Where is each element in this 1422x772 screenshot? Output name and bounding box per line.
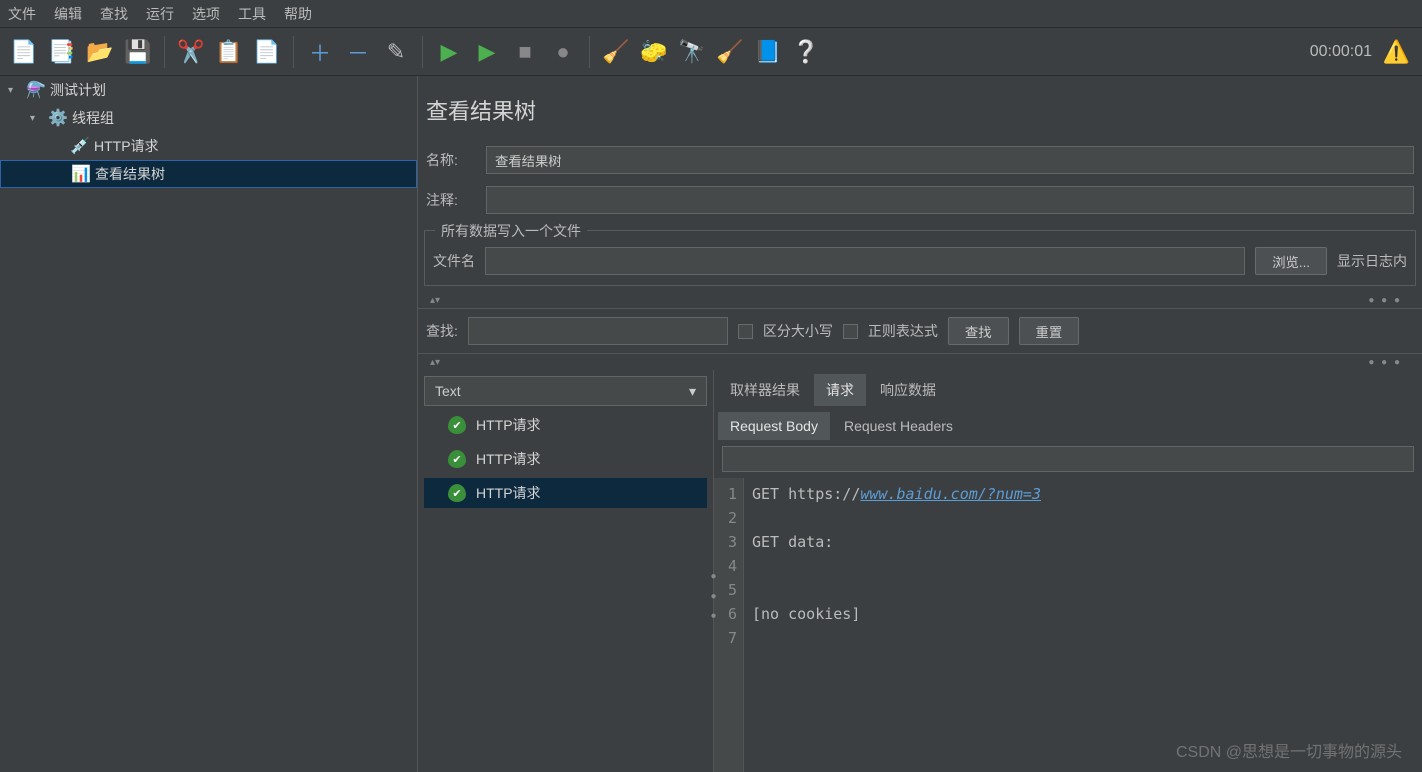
tree-label: 查看结果树	[95, 164, 165, 184]
expand-icon[interactable]: ＋	[304, 36, 336, 68]
collapse-bar-2[interactable]: ▴▾● ● ●	[418, 354, 1422, 370]
gear-icon: ⚙️	[48, 108, 66, 128]
chevron-down-icon[interactable]: ▾	[8, 85, 20, 96]
menu-help[interactable]: 帮助	[284, 4, 312, 24]
search-label: 查找:	[426, 321, 458, 341]
function-icon[interactable]: 📘	[752, 36, 784, 68]
comment-label: 注释:	[426, 190, 478, 210]
success-shield-icon: ✔	[448, 416, 466, 434]
watermark: CSDN @思想是一切事物的源头	[1176, 738, 1402, 762]
result-label: HTTP请求	[476, 415, 541, 435]
tree-label: 线程组	[72, 108, 114, 128]
start-notimers-icon[interactable]: ▶	[471, 36, 503, 68]
result-item[interactable]: ✔ HTTP请求	[424, 444, 707, 474]
result-label: HTTP请求	[476, 483, 541, 503]
chevron-down-icon[interactable]: ▾	[30, 113, 42, 124]
case-label: 区分大小写	[763, 321, 833, 341]
search-input[interactable]	[468, 317, 728, 345]
dropdown-value: Text	[435, 383, 461, 399]
results-list-panel: Text ▾ ✔ HTTP请求 ✔ HTTP请求 ✔ HTTP请求 ● ● ●	[418, 370, 714, 772]
cut-icon[interactable]: ✂️	[175, 36, 207, 68]
collapse-icon[interactable]: －	[342, 36, 374, 68]
menu-options[interactable]: 选项	[192, 4, 220, 24]
code-text[interactable]: GET https://www.baidu.com/?num=3 GET dat…	[744, 478, 1422, 772]
help-icon[interactable]: ❔	[790, 36, 822, 68]
browse-button[interactable]: 浏览...	[1255, 247, 1327, 275]
group-label: 所有数据写入一个文件	[435, 221, 587, 241]
flask-icon: ⚗️	[26, 80, 44, 100]
subtab-request-headers[interactable]: Request Headers	[832, 412, 965, 440]
results-icon: 📊	[71, 164, 89, 184]
menu-file[interactable]: 文件	[8, 4, 36, 24]
menu-tools[interactable]: 工具	[238, 4, 266, 24]
result-label: HTTP请求	[476, 449, 541, 469]
name-input[interactable]	[486, 146, 1414, 174]
result-item[interactable]: ✔ HTTP请求	[424, 478, 707, 508]
write-file-group: 所有数据写入一个文件 文件名 浏览... 显示日志内	[424, 230, 1416, 286]
menu-run[interactable]: 运行	[146, 4, 174, 24]
case-checkbox[interactable]	[738, 324, 753, 339]
tree-httprequest[interactable]: 💉 HTTP请求	[0, 132, 417, 160]
renderer-dropdown[interactable]: Text ▾	[424, 376, 707, 406]
tree-viewresults[interactable]: 📊 查看结果树	[0, 160, 417, 188]
menu-edit[interactable]: 编辑	[54, 4, 82, 24]
right-panel: 查看结果树 名称: 注释: 所有数据写入一个文件 文件名 浏览... 显示日志内…	[418, 76, 1422, 772]
line-gutter: 1 2 3 4 5 6 7	[714, 478, 744, 772]
tree-label: 测试计划	[50, 80, 106, 100]
showlog-label: 显示日志内	[1337, 251, 1407, 271]
open-icon[interactable]: 📂	[84, 36, 116, 68]
tree-panel: ▾ ⚗️ 测试计划 ▾ ⚙️ 线程组 💉 HTTP请求 📊 查看结果树	[0, 76, 418, 772]
reset-button[interactable]: 重置	[1019, 317, 1080, 345]
paste-icon[interactable]: 📄	[251, 36, 283, 68]
request-url[interactable]: www.baidu.com/?num=3	[860, 485, 1041, 503]
filename-input[interactable]	[485, 247, 1245, 275]
tree-testplan[interactable]: ▾ ⚗️ 测试计划	[0, 76, 417, 104]
search-button[interactable]: 查找	[948, 317, 1009, 345]
reset-search-icon[interactable]: 🧹	[714, 36, 746, 68]
clear-icon[interactable]: 🧹	[600, 36, 632, 68]
toggle-icon[interactable]: ✎	[380, 36, 412, 68]
new-icon[interactable]: 📄	[8, 36, 40, 68]
name-label: 名称:	[426, 150, 478, 170]
regex-label: 正则表达式	[868, 321, 938, 341]
copy-icon[interactable]: 📋	[213, 36, 245, 68]
tab-response-data[interactable]: 响应数据	[868, 374, 948, 406]
start-icon[interactable]: ▶	[433, 36, 465, 68]
success-shield-icon: ✔	[448, 450, 466, 468]
menubar: 文件 编辑 查找 运行 选项 工具 帮助	[0, 0, 1422, 28]
comment-input[interactable]	[486, 186, 1414, 214]
chevron-down-icon: ▾	[689, 383, 696, 400]
details-panel: 取样器结果 请求 响应数据 Request Body Request Heade…	[714, 370, 1422, 772]
subtab-request-body[interactable]: Request Body	[718, 412, 830, 440]
search-icon[interactable]: 🔭	[676, 36, 708, 68]
search-row: 查找: 区分大小写 正则表达式 查找 重置	[418, 308, 1422, 354]
toolbar: 📄 📑 📂 💾 ✂️ 📋 📄 ＋ － ✎ ▶ ▶ ■ ● 🧹 🧽 🔭 🧹 📘 ❔…	[0, 28, 1422, 76]
tree-threadgroup[interactable]: ▾ ⚙️ 线程组	[0, 104, 417, 132]
panel-title: 查看结果树	[418, 76, 1422, 140]
tab-request[interactable]: 请求	[814, 374, 866, 406]
warning-icon[interactable]: ⚠️	[1383, 39, 1410, 65]
regex-checkbox[interactable]	[843, 324, 858, 339]
tree-label: HTTP请求	[94, 136, 159, 156]
save-icon[interactable]: 💾	[122, 36, 154, 68]
menu-search[interactable]: 查找	[100, 4, 128, 24]
code-area: 1 2 3 4 5 6 7 GET https://www.baidu.com/…	[714, 478, 1422, 772]
filename-label: 文件名	[433, 251, 475, 271]
filter-input[interactable]	[722, 446, 1414, 472]
pipette-icon: 💉	[70, 136, 88, 156]
clear-all-icon[interactable]: 🧽	[638, 36, 670, 68]
timer-label: 00:00:01	[1310, 43, 1372, 61]
collapse-bar[interactable]: ▴▾● ● ●	[418, 292, 1422, 308]
splitter-handle[interactable]: ● ● ●	[708, 571, 719, 625]
shutdown-icon[interactable]: ●	[547, 36, 579, 68]
stop-icon[interactable]: ■	[509, 36, 541, 68]
success-shield-icon: ✔	[448, 484, 466, 502]
result-item[interactable]: ✔ HTTP请求	[424, 410, 707, 440]
templates-icon[interactable]: 📑	[46, 36, 78, 68]
tab-sampler-result[interactable]: 取样器结果	[718, 374, 812, 406]
